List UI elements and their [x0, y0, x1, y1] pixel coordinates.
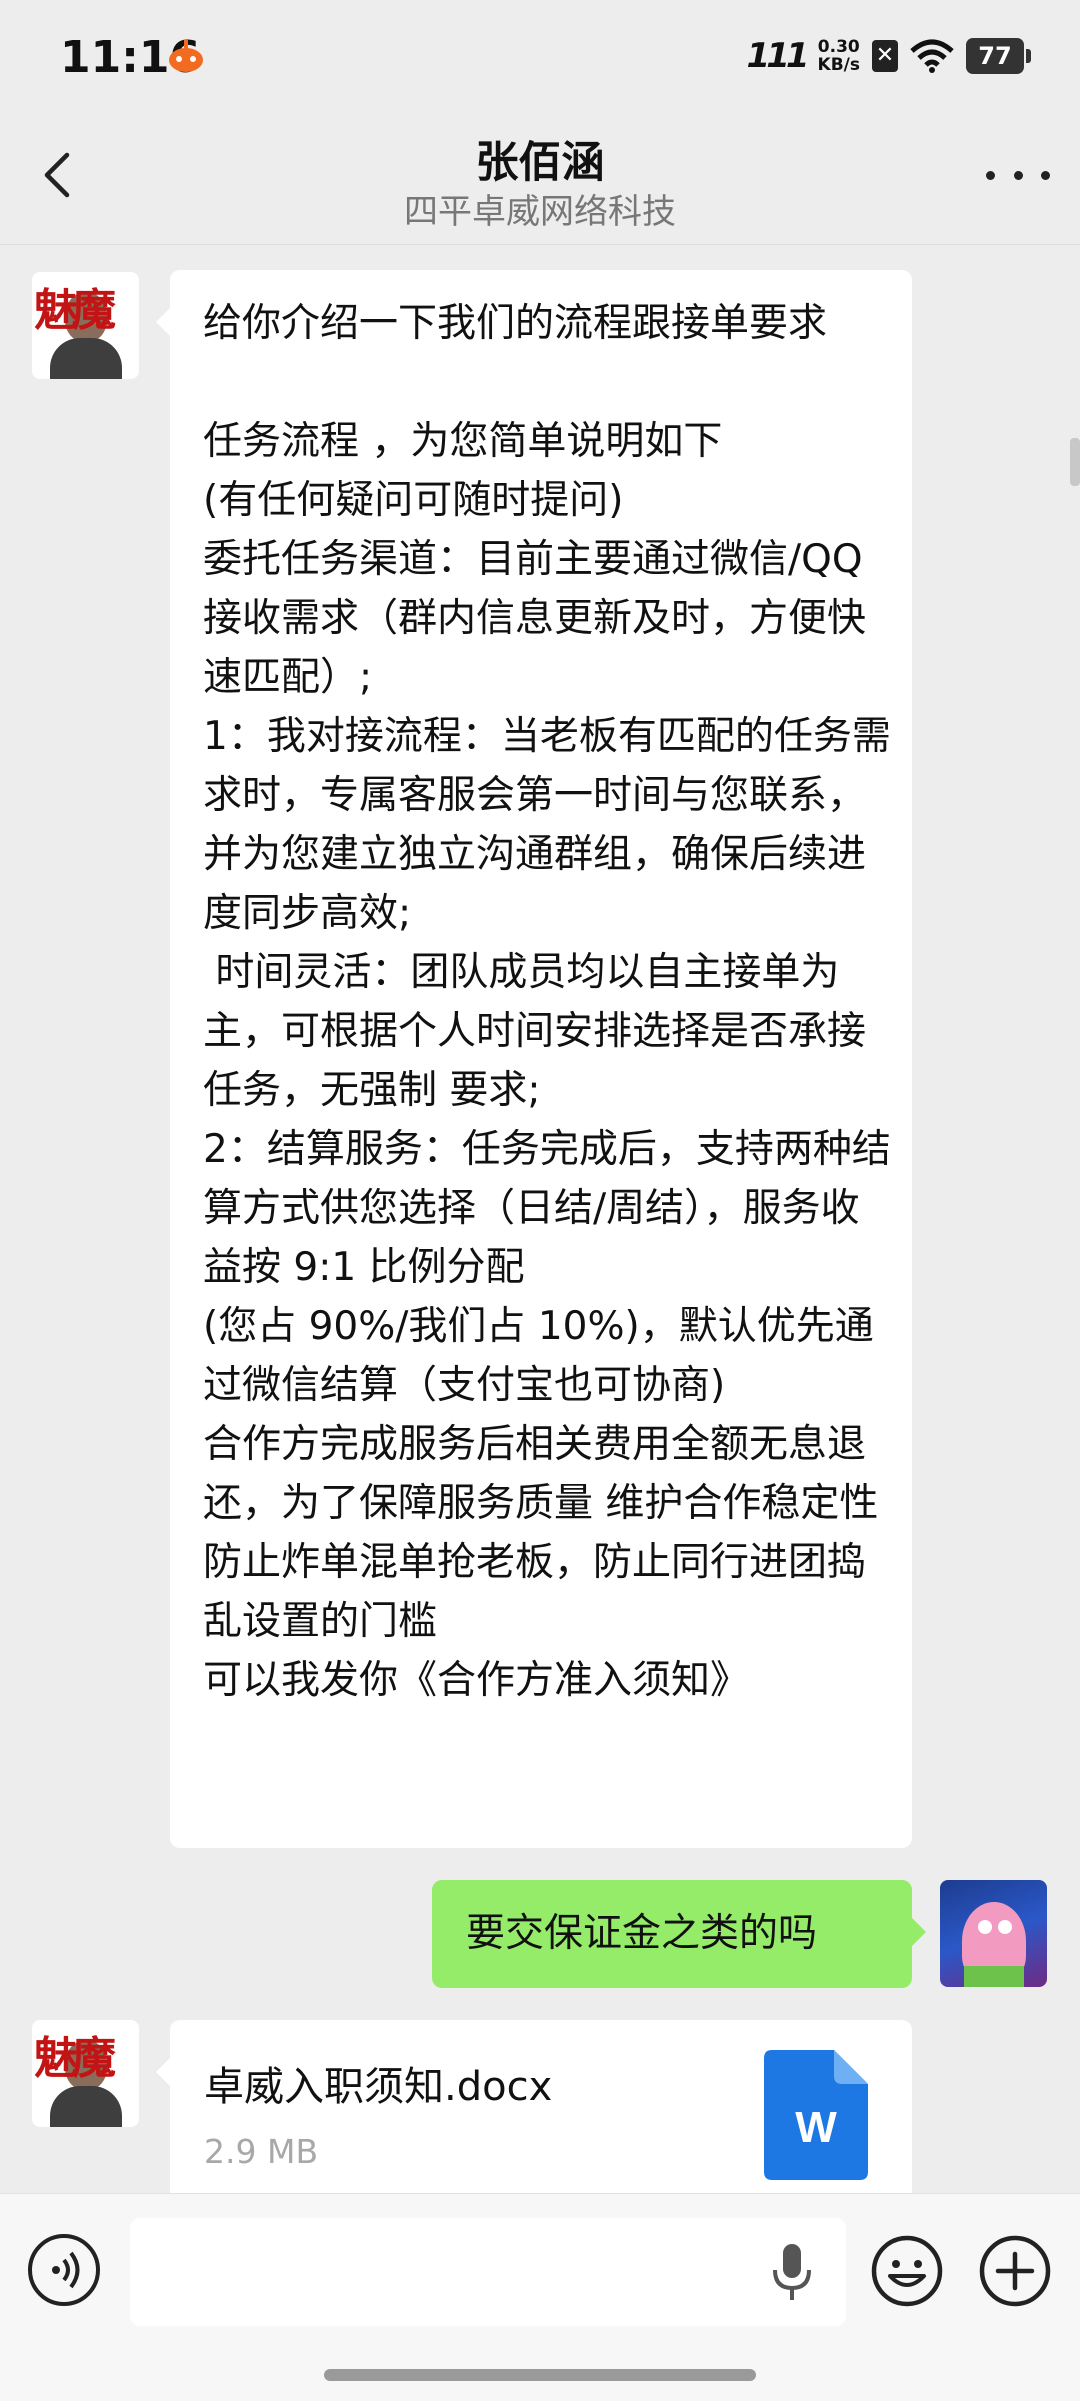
message-bubble-sent[interactable]: 要交保证金之类的吗	[432, 1880, 926, 1988]
avatar-eye	[998, 1920, 1012, 1934]
avatar-body	[50, 2086, 122, 2127]
voice-icon	[52, 2251, 80, 2289]
file-size: 2.9 MB	[204, 2132, 319, 2171]
file-name: 卓威入职须知.docx	[204, 2064, 553, 2110]
voice-mode-button[interactable]	[28, 2234, 100, 2306]
scrollbar-thumb[interactable]	[1070, 438, 1080, 486]
file-message-card[interactable]: 卓威入职须知.docx 2.9 MB W	[156, 2020, 912, 2195]
status-icons: 111 0.30 KB/s ✕ 77	[746, 30, 1031, 82]
app-notification-icon	[169, 40, 203, 72]
self-avatar[interactable]	[940, 1880, 1047, 1987]
avatar-shorts	[964, 1966, 1024, 1987]
contact-subtitle: 四平卓威网络科技	[404, 192, 676, 232]
home-indicator[interactable]	[324, 2369, 756, 2381]
signal-icon: 111	[746, 36, 810, 76]
wifi-icon	[910, 39, 954, 73]
dot	[1041, 170, 1050, 180]
avatar-logo-text: 魅魔	[34, 285, 116, 336]
word-icon-letter: W	[795, 2103, 837, 2152]
more-options-icon[interactable]	[986, 150, 1050, 200]
avatar-body	[50, 338, 122, 379]
message-text: 给你介绍一下我们的流程跟接单要求 任务流程 ，为您简单说明如下 (有任何疑问可随…	[203, 301, 891, 1703]
chat-header: 张佰涵 四平卓威网络科技	[0, 110, 1080, 244]
plus-icon[interactable]	[978, 2234, 1052, 2308]
battery-icon: 77	[966, 38, 1031, 74]
avatar-logo-text: 魅魔	[34, 2033, 116, 2084]
header-divider	[0, 244, 1080, 245]
network-speed-unit: KB/s	[817, 55, 860, 75]
word-document-icon: W	[764, 2050, 868, 2180]
network-speed-value: 0.30	[817, 37, 860, 57]
contact-name: 张佰涵	[475, 138, 605, 188]
network-speed: 0.30 KB/s	[818, 38, 860, 74]
emoji-icon[interactable]	[870, 2234, 944, 2308]
message-bubble-received[interactable]: 给你介绍一下我们的流程跟接单要求 任务流程 ，为您简单说明如下 (有任何疑问可随…	[156, 270, 912, 1848]
microphone-icon[interactable]	[770, 2242, 814, 2304]
message-input[interactable]	[130, 2218, 846, 2326]
avatar-eye	[978, 1920, 992, 1934]
contact-avatar[interactable]: 魅魔	[32, 2020, 139, 2127]
dot	[986, 170, 995, 180]
contact-avatar[interactable]: 魅魔	[32, 272, 139, 379]
dot	[1013, 170, 1023, 180]
message-text: 要交保证金之类的吗	[466, 1911, 818, 1956]
status-bar: 11:16 111 0.30 KB/s ✕ 77	[0, 0, 1080, 110]
chat-input-bar	[0, 2193, 1080, 2401]
x-app-icon: ✕	[872, 40, 898, 72]
